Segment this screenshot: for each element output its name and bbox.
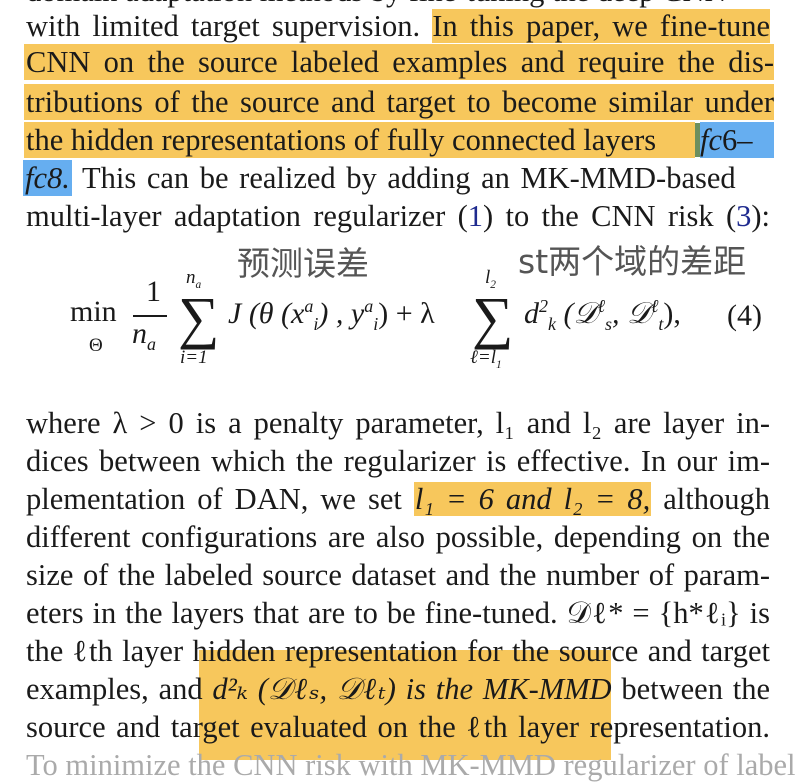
p2-line-6: eters in the layers that are to be fine-… — [26, 596, 770, 630]
eq-sum2-symbol: ∑ — [472, 285, 514, 350]
p2-line-5: size of the labeled source dataset and t… — [26, 558, 770, 592]
eq-min: min — [70, 295, 117, 328]
eq-frac-numerator: 1 — [146, 275, 161, 308]
equation-4: 预测误差 st两个域的差距 min Θ 1 na na ∑ i=1 J (θ (… — [0, 245, 796, 385]
equation-number: (4) — [727, 299, 762, 332]
highlight-blue[interactable]: fc8. — [23, 160, 72, 196]
p1-line-4: the hidden representations of fully conn… — [24, 122, 774, 158]
p2-line-9: source and target evaluated on the ℓth l… — [26, 710, 770, 744]
eq-sum1-symbol: ∑ — [178, 285, 220, 350]
highlight-blue[interactable]: fc6– — [700, 122, 774, 158]
eq-term-loss: J (θ (xai) , yai) + λ — [228, 296, 435, 334]
p1-line-5: fc8. This can be realized by adding an M… — [23, 160, 736, 196]
annotation-domain-gap: st两个域的差距 — [518, 242, 747, 281]
p2-line-2: dices between which the regularizer is e… — [26, 444, 770, 478]
highlight-orange[interactable]: In this paper, we fine-tune — [432, 9, 770, 43]
p2-line-3: plementation of DAN, we set l₁ = 6 and l… — [26, 482, 770, 516]
p1-line-3[interactable]: tributions of the source and target to b… — [24, 84, 774, 120]
p3-line-1-cut-off: To minimize the CNN risk with MK-MMD reg… — [26, 748, 796, 782]
eq-sum1-lower: i=1 — [180, 347, 208, 368]
eq-term-mmd: d2k (𝒟ℓs, 𝒟ℓt), — [524, 296, 681, 334]
p1-line-2[interactable]: CNN on the source labeled examples and r… — [24, 44, 774, 80]
highlight-orange[interactable]: the hidden representations of fully conn… — [24, 122, 695, 158]
p1-line-1: with limited target supervision. In this… — [26, 9, 770, 43]
p1-line-6: multi-layer adaptation regularizer (1) t… — [26, 199, 771, 233]
equation-ref-link[interactable]: 3 — [736, 199, 751, 233]
eq-sum2-lower: ℓ=l1 — [470, 347, 502, 371]
equation-ref-link[interactable]: 1 — [468, 199, 483, 233]
p2-line-7: the ℓth layer hidden representation for … — [26, 634, 770, 668]
eq-frac-denominator: na — [132, 317, 156, 354]
highlight-orange[interactable]: l₁ = 6 and l₂ = 8, — [413, 482, 652, 516]
p2-line-1: where λ > 0 is a penalty parameter, l₁ a… — [26, 406, 770, 440]
p2-line-8: examples, and d²ₖ (𝒟ℓₛ, 𝒟ℓₜ) is the MK-M… — [26, 672, 771, 706]
p2-line-4: different configurations are also possib… — [26, 520, 770, 554]
annotation-prediction-error: 预测误差 — [237, 244, 369, 283]
eq-min-subscript: Θ — [89, 335, 103, 356]
